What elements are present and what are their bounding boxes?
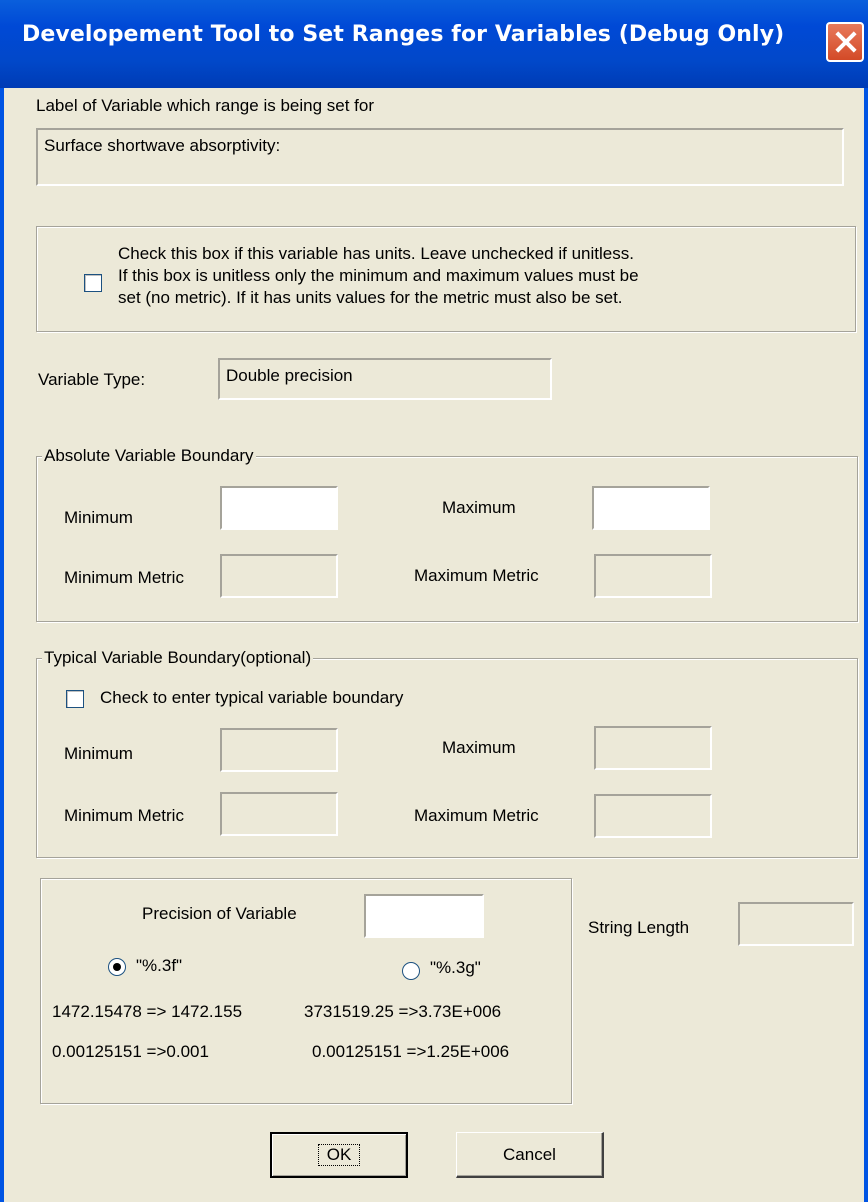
absolute-max-metric-input — [594, 554, 712, 598]
typical-maximum-input — [594, 726, 712, 770]
window-title: Developement Tool to Set Ranges for Vari… — [22, 22, 785, 47]
example-g2: 0.00125151 =>1.25E+006 — [312, 1042, 510, 1061]
typical-boundary-checkbox[interactable] — [66, 690, 84, 708]
typical-min-metric-input — [220, 792, 338, 836]
cancel-button[interactable]: Cancel — [456, 1132, 604, 1178]
typical-minimum-label: Minimum — [64, 744, 133, 763]
close-icon[interactable] — [826, 22, 864, 62]
variable-type-label: Variable Type: — [38, 370, 146, 389]
dialog-window: Developement Tool to Set Ranges for Vari… — [0, 0, 868, 1202]
example-f1: 1472.15478 => 1472.155 — [52, 1002, 243, 1021]
radio-format-f-label[interactable]: "%.3f" — [136, 956, 182, 976]
typical-min-metric-label: Minimum Metric — [64, 806, 184, 825]
variable-type-field: Double precision — [218, 358, 552, 400]
title-bar[interactable]: Developement Tool to Set Ranges for Vari… — [0, 0, 868, 88]
precision-label: Precision of Variable — [142, 904, 297, 923]
precision-group — [40, 878, 572, 1104]
string-length-input — [738, 902, 854, 946]
typical-boundary-check-label[interactable]: Check to enter typical variable boundary — [100, 688, 403, 708]
absolute-maximum-label: Maximum — [442, 498, 516, 517]
typical-max-metric-label: Maximum Metric — [414, 806, 539, 825]
absolute-min-metric-input — [220, 554, 338, 598]
typical-max-metric-input — [594, 794, 712, 838]
radio-format-g-label[interactable]: "%.3g" — [430, 958, 481, 978]
absolute-maximum-input[interactable] — [592, 486, 710, 530]
ok-button-label: OK — [317, 1144, 361, 1166]
absolute-minimum-input[interactable] — [220, 486, 338, 530]
units-text-line1: Check this box if this variable has unit… — [118, 244, 634, 263]
units-checkbox[interactable] — [84, 274, 102, 292]
typical-boundary-title: Typical Variable Boundary(optional) — [42, 648, 314, 668]
ok-button[interactable]: OK — [270, 1132, 408, 1178]
units-text-line3: set (no metric). If it has units values … — [118, 288, 623, 307]
absolute-boundary-group — [36, 456, 858, 622]
radio-format-f[interactable] — [108, 958, 126, 976]
example-f2: 0.00125151 =>0.001 — [52, 1042, 209, 1061]
typical-maximum-label: Maximum — [442, 738, 516, 757]
variable-label-value: Surface shortwave absorptivity: — [44, 136, 281, 155]
absolute-min-metric-label: Minimum Metric — [64, 568, 184, 587]
variable-type-value: Double precision — [226, 366, 353, 385]
string-length-label: String Length — [588, 918, 690, 937]
variable-label-caption: Label of Variable which range is being s… — [36, 96, 374, 115]
variable-label-field: Surface shortwave absorptivity: — [36, 128, 844, 186]
radio-format-g[interactable] — [402, 962, 420, 980]
units-text-line2: If this box is unitless only the minimum… — [118, 266, 639, 285]
typical-minimum-input — [220, 728, 338, 772]
precision-input[interactable] — [364, 894, 484, 938]
cancel-button-label: Cancel — [503, 1144, 556, 1164]
absolute-boundary-title: Absolute Variable Boundary — [42, 446, 256, 466]
absolute-minimum-label: Minimum — [64, 508, 133, 527]
absolute-max-metric-label: Maximum Metric — [414, 566, 539, 585]
example-g1: 3731519.25 =>3.73E+006 — [304, 1002, 502, 1021]
